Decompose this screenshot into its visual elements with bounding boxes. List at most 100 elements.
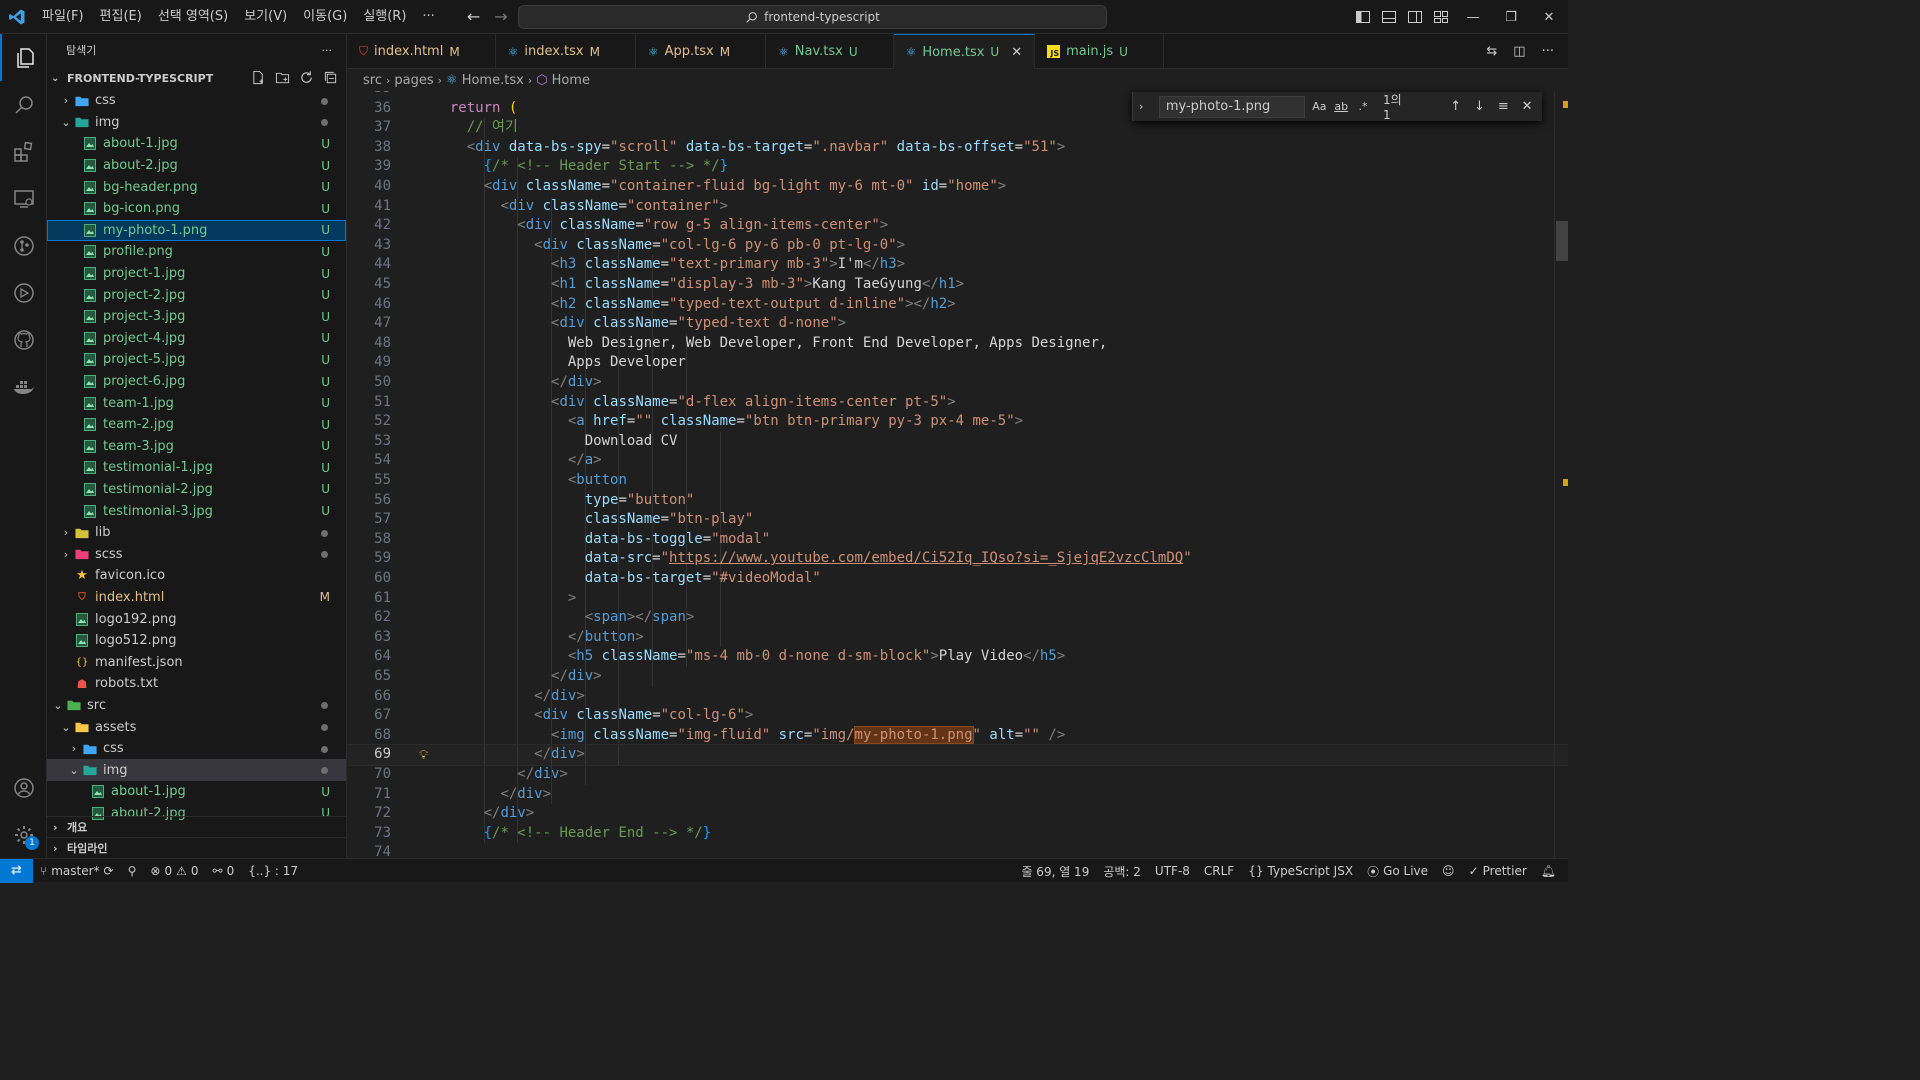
folder-assets[interactable]: ⌄ assets <box>47 716 346 738</box>
file-bg-icon.png[interactable]: bg-icon.png U <box>47 198 346 220</box>
toggle-secondary-sidebar-icon[interactable] <box>1402 0 1428 34</box>
run-debug-icon[interactable] <box>0 269 47 316</box>
collapse-all-icon[interactable] <box>323 70 338 88</box>
manage-gear-icon[interactable]: 1 <box>0 811 47 858</box>
new-file-icon[interactable] <box>251 70 266 88</box>
tab-Nav.tsx[interactable]: ⚛Nav.tsxU✕ <box>766 34 894 69</box>
find-in-selection-icon[interactable]: ≡ <box>1494 99 1512 114</box>
regex-icon[interactable]: .* <box>1355 100 1371 113</box>
forward-arrow-icon[interactable]: → <box>494 7 507 26</box>
language-mode[interactable]: {} TypeScript JSX <box>1241 859 1360 883</box>
file-logo192.png[interactable]: logo192.png <box>47 608 346 630</box>
close-find-icon[interactable]: ✕ <box>1518 99 1536 114</box>
file-project-3.jpg[interactable]: project-3.jpg U <box>47 306 346 328</box>
explorer-icon[interactable] <box>0 34 47 81</box>
file-robots.txt[interactable]: ☗ robots.txt <box>47 673 346 695</box>
menu-run[interactable]: 실행(R) <box>355 0 414 34</box>
ports-item[interactable]: ⚯ 0 <box>206 859 242 883</box>
minimize-icon[interactable]: — <box>1454 0 1492 34</box>
file-my-photo-1.png[interactable]: my-photo-1.png U <box>47 219 346 242</box>
folder-img[interactable]: ⌄ img <box>47 759 346 781</box>
liveshare-item[interactable]: ⚲ <box>121 859 144 883</box>
menu-go[interactable]: 이동(G) <box>295 0 355 34</box>
folder-src[interactable]: ⌄ src <box>47 695 346 717</box>
file-project-2.jpg[interactable]: project-2.jpg U <box>47 284 346 306</box>
tab-App.tsx[interactable]: ⚛App.tsxM✕ <box>636 34 767 69</box>
folder-css[interactable]: › css <box>47 738 346 760</box>
go-live[interactable]: ⦿ Go Live <box>1360 859 1435 883</box>
cursor-position[interactable]: 줄 69, 열 19 <box>1014 859 1096 883</box>
folder-img[interactable]: ⌄ img <box>47 112 346 134</box>
encoding[interactable]: UTF-8 <box>1148 859 1197 883</box>
file-project-6.jpg[interactable]: project-6.jpg U <box>47 371 346 393</box>
previous-match-arrow-icon[interactable]: ↑ <box>1447 99 1465 114</box>
file-about-1.jpg[interactable]: about-1.jpg U <box>47 781 346 803</box>
tab-main.js[interactable]: JSmain.jsU✕ <box>1035 34 1164 69</box>
github-icon[interactable] <box>0 316 47 363</box>
compare-changes-icon[interactable]: ⇆ <box>1486 44 1497 59</box>
whole-word-icon[interactable]: ab <box>1333 100 1349 113</box>
timeline-section[interactable]: › 타임라인 <box>47 837 347 858</box>
file-testimonial-2.jpg[interactable]: testimonial-2.jpg U <box>47 479 346 501</box>
breadcrumb-src[interactable]: src <box>363 73 382 88</box>
code-editor[interactable]: 3536 return (37 // 여기38 <div data-bs-spy… <box>347 91 1568 858</box>
folder-scss[interactable]: › scss <box>47 543 346 565</box>
outline-section[interactable]: › 개요 <box>47 816 347 837</box>
breadcrumb-file[interactable]: Home.tsx <box>462 73 524 88</box>
file-logo512.png[interactable]: logo512.png <box>47 630 346 652</box>
new-folder-icon[interactable] <box>275 70 290 88</box>
file-project-4.jpg[interactable]: project-4.jpg U <box>47 328 346 350</box>
file-team-1.jpg[interactable]: team-1.jpg U <box>47 392 346 414</box>
next-match-arrow-icon[interactable]: ↓ <box>1471 99 1489 114</box>
file-project-5.jpg[interactable]: project-5.jpg U <box>47 349 346 371</box>
back-arrow-icon[interactable]: ← <box>467 7 480 26</box>
file-bg-header.png[interactable]: bg-header.png U <box>47 176 346 198</box>
notifications-bell-icon[interactable]: 🔔︎ <box>1534 859 1568 883</box>
file-testimonial-1.jpg[interactable]: testimonial-1.jpg U <box>47 457 346 479</box>
file-team-3.jpg[interactable]: team-3.jpg U <box>47 436 346 458</box>
menu-view[interactable]: 보기(V) <box>236 0 295 34</box>
lightbulb-icon[interactable]: 💡︎ <box>419 746 428 766</box>
tab-index.tsx[interactable]: ⚛index.tsxM✕ <box>496 34 636 69</box>
breadcrumb-symbol[interactable]: Home <box>552 73 590 88</box>
toggle-primary-sidebar-icon[interactable] <box>1350 0 1376 34</box>
restore-icon[interactable]: ❐ <box>1492 0 1530 34</box>
indentation[interactable]: 공백: 2 <box>1096 859 1148 883</box>
project-header[interactable]: ⌄ FRONTEND-TYPESCRIPT <box>47 66 346 90</box>
file-about-1.jpg[interactable]: about-1.jpg U <box>47 133 346 155</box>
source-control-icon[interactable] <box>0 222 47 269</box>
tab-index.html[interactable]: ⛉index.htmlM✕ <box>347 34 496 69</box>
match-case-icon[interactable]: Aa <box>1311 100 1327 113</box>
prettier-item[interactable]: ✓ Prettier <box>1462 859 1534 883</box>
close-window-icon[interactable]: ✕ <box>1530 0 1568 34</box>
menu-edit[interactable]: 편집(E) <box>92 0 150 34</box>
extensions-icon[interactable] <box>0 128 47 175</box>
explorer-more-icon[interactable]: ··· <box>322 44 333 57</box>
refresh-icon[interactable] <box>299 70 314 88</box>
customize-layout-icon[interactable] <box>1428 0 1454 34</box>
folder-css[interactable]: › css <box>47 90 346 112</box>
file-project-1.jpg[interactable]: project-1.jpg U <box>47 263 346 285</box>
file-testimonial-3.jpg[interactable]: testimonial-3.jpg U <box>47 500 346 522</box>
more-actions-icon[interactable]: ··· <box>1542 44 1554 59</box>
menu-file[interactable]: 파일(F) <box>34 0 92 34</box>
file-team-2.jpg[interactable]: team-2.jpg U <box>47 414 346 436</box>
split-editor-icon[interactable]: ◫ <box>1513 44 1525 59</box>
file-profile.png[interactable]: profile.png U <box>47 241 346 263</box>
file-favicon.ico[interactable]: ★ favicon.ico <box>47 565 346 587</box>
command-center-search[interactable]: frontend-typescript <box>518 5 1107 29</box>
folder-lib[interactable]: › lib <box>47 522 346 544</box>
docker-icon[interactable] <box>0 363 47 410</box>
close-tab-icon[interactable]: ✕ <box>1011 45 1022 60</box>
file-about-2.jpg[interactable]: about-2.jpg U <box>47 155 346 177</box>
toggle-replace-chevron-icon[interactable]: › <box>1139 100 1153 113</box>
line-ending[interactable]: CRLF <box>1197 859 1241 883</box>
file-manifest.json[interactable]: {} manifest.json <box>47 651 346 673</box>
file-index.html[interactable]: ⛉ index.html M <box>47 587 346 609</box>
remote-indicator-icon[interactable]: ⇄ <box>0 858 33 883</box>
toggle-panel-icon[interactable] <box>1376 0 1402 34</box>
braces-item[interactable]: {..} : 17 <box>241 859 305 883</box>
copilot-item[interactable]: ☺ <box>1435 859 1462 883</box>
find-input[interactable]: my-photo-1.png <box>1158 95 1306 118</box>
remote-explorer-icon[interactable] <box>0 175 47 222</box>
